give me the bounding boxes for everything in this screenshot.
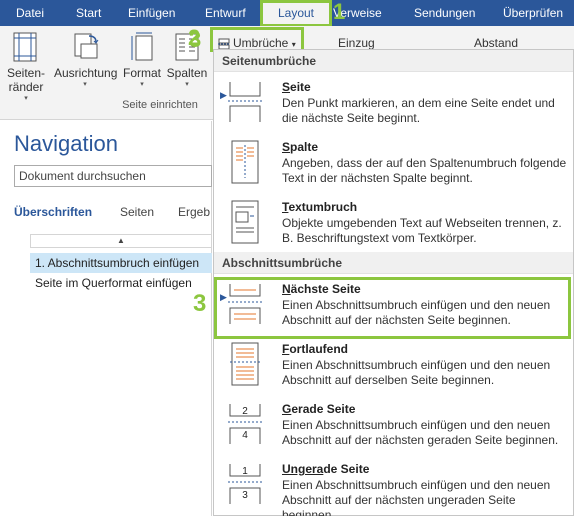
menu-item-text-wrapping[interactable]: Textumbruch Objekte umgebenden Text auf … (214, 192, 573, 252)
margins-button[interactable]: Seiten- ränder ▾ (4, 26, 48, 102)
menu-item-description: Angeben, dass der auf den Spaltenumbruch… (282, 156, 567, 185)
menu-item-title: Ungerade Seite (282, 462, 369, 476)
odd-page-number-top: 1 (242, 466, 248, 477)
size-button[interactable]: Format ▾ (122, 26, 162, 88)
menu-item-column-break[interactable]: Spalte Angeben, dass der auf den Spalten… (214, 132, 573, 192)
orientation-button[interactable]: Ausrichtung ▾ (54, 26, 118, 88)
section-header-page-breaks: Seitenumbrüche (214, 50, 573, 72)
even-page-icon: 24 (228, 402, 262, 446)
orientation-label: Ausrichtung (54, 66, 118, 80)
chevron-down-icon: ▾ (140, 81, 144, 88)
callout-next-page-highlight (214, 277, 571, 339)
menu-item-title: Textumbruch (282, 200, 357, 214)
navigation-title: Navigation (14, 131, 118, 156)
continuous-icon (228, 342, 262, 386)
title-rest: de Seite (323, 462, 370, 476)
tab-ueberpruefen[interactable]: Überprüfen (503, 0, 563, 26)
size-icon (128, 32, 156, 62)
columns-label: Spalten (166, 66, 208, 80)
menu-item-odd-page[interactable]: 13 Ungerade Seite Einen Abschnittsumbruc… (214, 454, 573, 516)
group-label-page-setup: Seite einrichten (122, 99, 198, 111)
size-label: Format (122, 66, 161, 80)
callout-number-3: 3 (193, 290, 207, 317)
odd-page-number-bottom: 3 (242, 490, 248, 501)
title-rest: palte (290, 140, 319, 154)
title-rest: extumbruch (288, 200, 358, 214)
menu-item-title: Fortlaufend (282, 342, 348, 356)
menu-item-description: Objekte umgebenden Text auf Webseiten tr… (282, 216, 562, 245)
margins-icon (12, 32, 40, 62)
tab-sendungen[interactable]: Sendungen (414, 0, 475, 26)
orientation-icon (71, 32, 99, 62)
tab-einfuegen[interactable]: Einfügen (128, 0, 175, 26)
menu-item-title: Seite (282, 80, 311, 94)
scroll-up-icon[interactable]: ▲ (30, 234, 212, 248)
title-accelerator: G (282, 402, 292, 416)
margins-label-1: Seiten- (6, 66, 46, 80)
menu-item-continuous[interactable]: Fortlaufend Einen Abschnittsumbruch einf… (214, 334, 573, 394)
even-page-number-top: 2 (242, 406, 248, 417)
callout-number-3-top: 3 (189, 27, 202, 52)
navigation-pane: Navigation Dokument durchsuchen Überschr… (0, 121, 212, 516)
margins-label-2: ränder (8, 80, 44, 94)
chevron-down-icon: ▾ (83, 81, 87, 88)
menu-item-description: Den Punkt markieren, an dem eine Seite e… (282, 96, 555, 125)
nav-tab-headings[interactable]: Überschriften (14, 205, 92, 219)
menu-item-title: Gerade Seite (282, 402, 355, 416)
navigation-search-input[interactable]: Dokument durchsuchen (14, 165, 212, 187)
tab-entwurf[interactable]: Entwurf (205, 0, 246, 26)
even-page-number-bottom: 4 (242, 430, 248, 441)
nav-tab-results[interactable]: Ergeb (178, 205, 210, 219)
menu-item-title: Spalte (282, 140, 318, 154)
page-break-icon (228, 80, 262, 124)
tab-start[interactable]: Start (76, 0, 101, 26)
menu-item-page-break[interactable]: ▶ Seite Den Punkt markieren, an dem eine… (214, 72, 573, 132)
title-rest: eite (290, 80, 311, 94)
title-accelerator: Ungera (282, 462, 324, 476)
callout-layout-highlight (260, 0, 332, 27)
section-header-section-breaks: Abschnittsumbrüche (214, 252, 573, 274)
chevron-down-icon: ▾ (24, 95, 28, 102)
title-rest: ortlaufend (289, 342, 349, 356)
odd-page-icon: 13 (228, 462, 262, 506)
callout-number-1: 1 (333, 0, 346, 24)
title-accelerator: S (282, 140, 291, 154)
chevron-down-icon: ▾ (185, 81, 189, 88)
columns-button[interactable]: Spalten ▾ (166, 26, 208, 88)
nav-tab-pages[interactable]: Seiten (120, 205, 154, 219)
menu-item-description: Einen Abschnittsumbruch einfügen und den… (282, 358, 551, 387)
menu-item-description: Einen Abschnittsumbruch einfügen und den… (282, 478, 551, 516)
menu-item-even-page[interactable]: 24 Gerade Seite Einen Abschnittsumbruch … (214, 394, 573, 454)
tab-datei[interactable]: Datei (16, 0, 44, 26)
title-rest: erade Seite (291, 402, 356, 416)
column-break-icon (228, 140, 262, 184)
title-accelerator: S (282, 80, 291, 94)
nav-heading-item[interactable]: Seite im Querformat einfügen (30, 273, 212, 293)
pointer-arrow-icon: ▶ (220, 90, 227, 100)
nav-heading-item[interactable]: 1. Abschnittsumbruch einfügen (30, 253, 212, 273)
menu-item-description: Einen Abschnittsumbruch einfügen und den… (282, 418, 559, 447)
text-wrapping-icon (228, 200, 262, 244)
